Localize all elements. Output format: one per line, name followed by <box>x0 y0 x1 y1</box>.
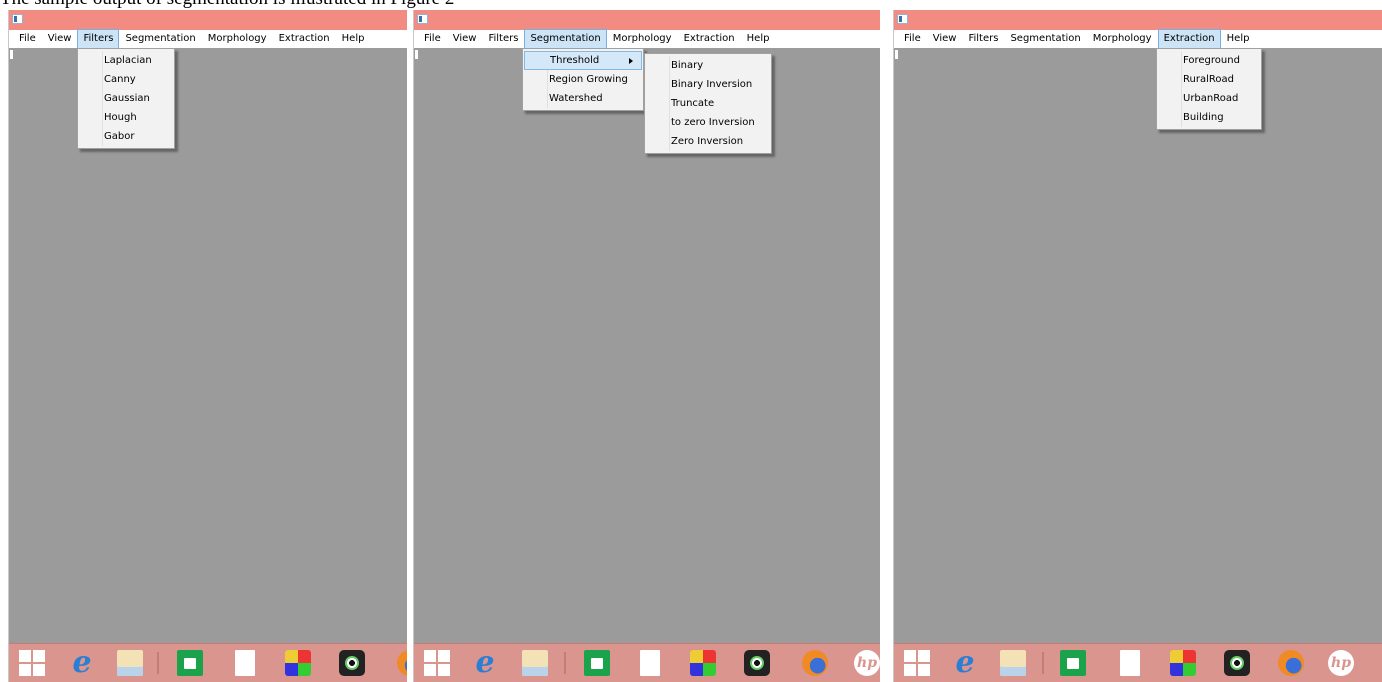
menu-item-threshold-label: Threshold <box>550 55 600 66</box>
menu-morphology[interactable]: Morphology <box>607 29 678 49</box>
app-icon <box>417 14 428 24</box>
menu-filters[interactable]: Filters <box>77 29 120 49</box>
menu-item-hough[interactable]: Hough <box>78 108 174 127</box>
document-icon[interactable] <box>235 650 255 676</box>
taskbar-separator <box>564 652 566 674</box>
menu-item-canny[interactable]: Canny <box>78 70 174 89</box>
menu-item-gabor[interactable]: Gabor <box>78 127 174 146</box>
figure-caption: The sample output of segmentation is ill… <box>0 0 454 10</box>
webcam-icon[interactable] <box>744 650 770 676</box>
menu-file[interactable]: File <box>898 29 927 49</box>
text-caret <box>895 50 898 59</box>
app-icon <box>897 14 908 24</box>
menu-item-zero-inversion[interactable]: Zero Inversion <box>645 132 771 151</box>
segmentation-dropdown: Threshold Region Growing Watershed <box>522 48 644 111</box>
menu-item-binary[interactable]: Binary <box>645 56 771 75</box>
image-canvas[interactable] <box>9 48 407 644</box>
menu-file[interactable]: File <box>13 29 42 49</box>
menu-file[interactable]: File <box>418 29 447 49</box>
menu-item-threshold[interactable]: Threshold <box>524 51 642 70</box>
menu-morphology[interactable]: Morphology <box>202 29 273 49</box>
menu-segmentation[interactable]: Segmentation <box>119 29 201 49</box>
firefox-icon[interactable] <box>397 650 407 676</box>
menu-bar: File View Filters Segmentation Morpholog… <box>894 29 1382 49</box>
menu-item-truncate[interactable]: Truncate <box>645 94 771 113</box>
internet-explorer-icon[interactable]: e <box>69 648 95 678</box>
menu-help[interactable]: Help <box>741 29 776 49</box>
image-canvas[interactable] <box>894 48 1382 644</box>
menu-item-ruralroad[interactable]: RuralRoad <box>1157 70 1261 89</box>
paint-icon[interactable] <box>1170 650 1196 676</box>
windows-start-icon[interactable] <box>19 650 45 676</box>
menu-segmentation[interactable]: Segmentation <box>524 29 607 49</box>
menu-item-building[interactable]: Building <box>1157 108 1261 127</box>
title-bar <box>9 10 407 30</box>
hp-icon[interactable]: hp <box>854 650 880 676</box>
menu-bar: File View Filters Segmentation Morpholog… <box>414 29 880 49</box>
menu-view[interactable]: View <box>927 29 963 49</box>
internet-explorer-icon[interactable]: e <box>472 648 498 678</box>
taskbar-separator <box>157 652 159 674</box>
menu-segmentation[interactable]: Segmentation <box>1004 29 1086 49</box>
threshold-submenu: Binary Binary Inversion Truncate to zero… <box>644 53 772 154</box>
menu-morphology[interactable]: Morphology <box>1087 29 1158 49</box>
text-caret <box>10 50 13 59</box>
file-explorer-icon[interactable] <box>1000 650 1026 676</box>
app-icon <box>12 14 23 24</box>
menu-extraction[interactable]: Extraction <box>273 29 336 49</box>
firefox-icon[interactable] <box>802 650 828 676</box>
menu-filters[interactable]: Filters <box>482 29 524 49</box>
menu-item-laplacian[interactable]: Laplacian <box>78 51 174 70</box>
firefox-icon[interactable] <box>1278 650 1304 676</box>
paint-icon[interactable] <box>690 650 716 676</box>
app-window-segmentation: File View Filters Segmentation Morpholog… <box>413 10 880 682</box>
app-window-extraction: File View Filters Segmentation Morpholog… <box>893 10 1382 682</box>
title-bar <box>414 10 880 30</box>
paint-icon[interactable] <box>285 650 311 676</box>
title-bar <box>894 10 1382 30</box>
menu-filters[interactable]: Filters <box>962 29 1004 49</box>
taskbar-separator <box>1042 652 1044 674</box>
taskbar: e hp <box>894 643 1382 682</box>
file-explorer-icon[interactable] <box>522 650 548 676</box>
hp-icon[interactable]: hp <box>1328 650 1354 676</box>
document-icon[interactable] <box>640 650 660 676</box>
menu-item-foreground[interactable]: Foreground <box>1157 51 1261 70</box>
text-caret <box>415 50 418 59</box>
filters-dropdown: Laplacian Canny Gaussian Hough Gabor <box>77 48 175 149</box>
webcam-icon[interactable] <box>339 650 365 676</box>
menu-item-watershed[interactable]: Watershed <box>523 89 643 108</box>
menu-help[interactable]: Help <box>336 29 371 49</box>
extraction-dropdown: Foreground RuralRoad UrbanRoad Building <box>1156 48 1262 130</box>
menu-bar: File View Filters Segmentation Morpholog… <box>9 29 407 49</box>
menu-item-gaussian[interactable]: Gaussian <box>78 89 174 108</box>
file-explorer-icon[interactable] <box>117 650 143 676</box>
menu-item-to-zero-inversion[interactable]: to zero Inversion <box>645 113 771 132</box>
webcam-icon[interactable] <box>1224 650 1250 676</box>
menu-item-binary-inversion[interactable]: Binary Inversion <box>645 75 771 94</box>
menu-help[interactable]: Help <box>1221 29 1256 49</box>
app-window-filters: File View Filters Segmentation Morpholog… <box>8 10 407 682</box>
menu-view[interactable]: View <box>447 29 483 49</box>
menu-item-urbanroad[interactable]: UrbanRoad <box>1157 89 1261 108</box>
menu-view[interactable]: View <box>42 29 78 49</box>
menu-extraction[interactable]: Extraction <box>1157 29 1221 49</box>
menu-item-region-growing[interactable]: Region Growing <box>523 70 643 89</box>
store-icon[interactable] <box>1060 650 1086 676</box>
menu-extraction[interactable]: Extraction <box>678 29 741 49</box>
taskbar: e hp <box>414 643 880 682</box>
store-icon[interactable] <box>584 650 610 676</box>
windows-start-icon[interactable] <box>904 650 930 676</box>
windows-start-icon[interactable] <box>424 650 450 676</box>
taskbar: e <box>9 643 407 682</box>
submenu-arrow-icon <box>629 58 633 64</box>
store-icon[interactable] <box>177 650 203 676</box>
internet-explorer-icon[interactable]: e <box>952 648 978 678</box>
document-icon[interactable] <box>1120 650 1140 676</box>
